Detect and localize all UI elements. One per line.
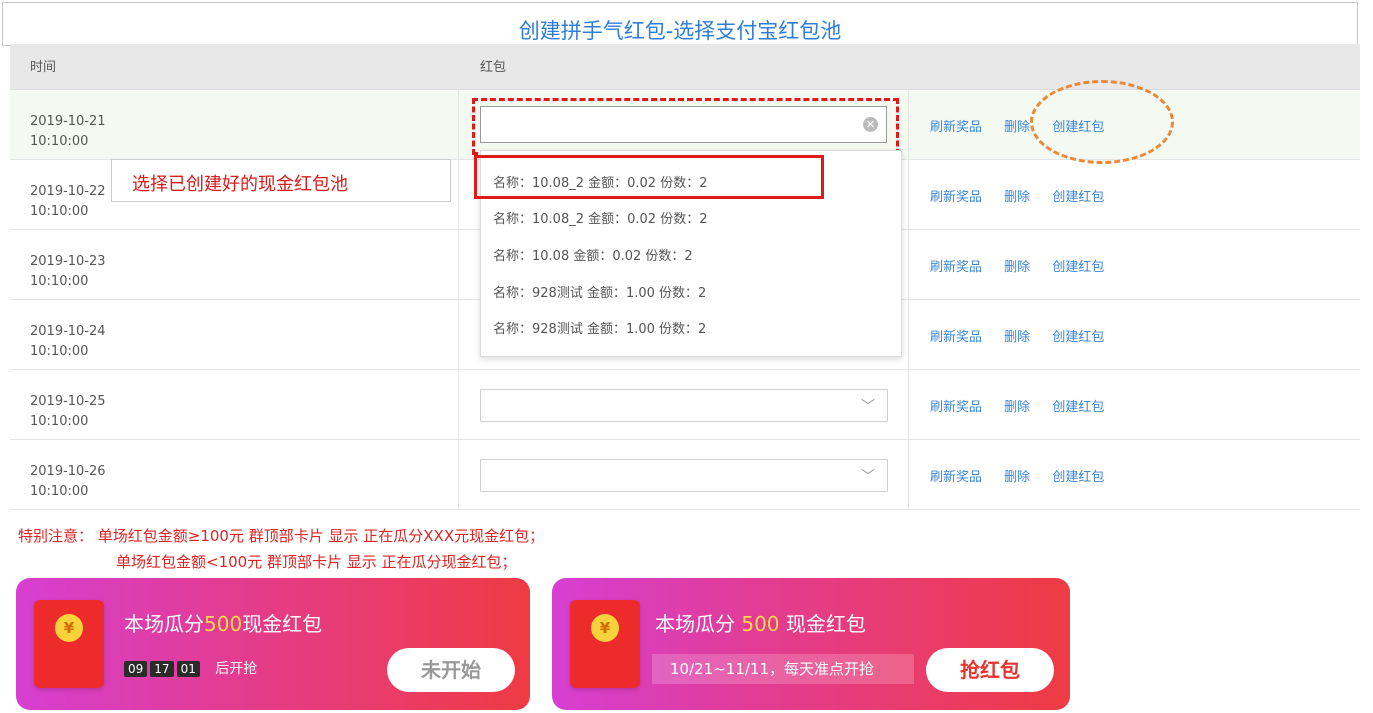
refresh-prize-link[interactable]: 刷新奖品 [930, 330, 982, 345]
highlight-selected-box [474, 155, 824, 199]
redpacket-select[interactable]: ﹀ [480, 389, 888, 422]
delete-link[interactable]: 删除 [1004, 120, 1030, 135]
row-time: 2019-10-25 10:10:00 [30, 394, 106, 429]
refresh-prize-link[interactable]: 刷新奖品 [930, 190, 982, 205]
refresh-prize-link[interactable]: 刷新奖品 [930, 260, 982, 275]
create-redpacket-link[interactable]: 创建红包 [1052, 330, 1104, 345]
refresh-prize-link[interactable]: 刷新奖品 [930, 120, 982, 135]
row-actions: 刷新奖品 删除 创建红包 [930, 256, 1122, 275]
create-redpacket-link[interactable]: 创建红包 [1052, 400, 1104, 415]
coin-icon: ¥ [591, 614, 619, 642]
redpacket-envelope-icon: ¥ [570, 600, 640, 688]
delete-link[interactable]: 删除 [1004, 260, 1030, 275]
row-actions: 刷新奖品 删除 创建红包 [930, 326, 1122, 345]
countdown-timer: 09 17 01 后开抢 [124, 658, 257, 678]
dropdown-option[interactable]: 名称：928测试 金额：1.00 份数：2 [493, 318, 706, 337]
grab-redpacket-button[interactable]: 抢红包 [926, 648, 1054, 692]
delete-link[interactable]: 删除 [1004, 330, 1030, 345]
refresh-prize-link[interactable]: 刷新奖品 [930, 400, 982, 415]
callout-text: 选择已创建好的现金红包池 [132, 174, 348, 195]
create-redpacket-link[interactable]: 创建红包 [1052, 260, 1104, 275]
coin-icon: ¥ [55, 614, 83, 642]
row-actions: 刷新奖品 删除 创建红包 [930, 466, 1122, 485]
row-time: 2019-10-22 10:10:00 [30, 184, 106, 219]
delete-link[interactable]: 删除 [1004, 400, 1030, 415]
redpacket-select[interactable]: ﹀ [480, 459, 888, 492]
date-range: 10/21~11/11，每天准点开抢 [652, 654, 914, 684]
table-header: 时间 红包 [10, 44, 1360, 90]
highlight-dashed-box [472, 98, 899, 155]
row-time: 2019-10-26 10:10:00 [30, 464, 106, 499]
row-actions: 刷新奖品 删除 创建红包 [930, 186, 1122, 205]
row-time: 2019-10-21 10:10:00 [30, 114, 106, 149]
note-line-1: 特别注意： 单场红包金额≥100元 群顶部卡片 显示 正在瓜分XXX元现金红包； [18, 527, 545, 545]
chevron-down-icon: ﹀ [861, 399, 875, 415]
page-title-bar: 创建拼手气红包-选择支付宝红包池 [2, 2, 1358, 46]
redpacket-envelope-icon: ¥ [34, 600, 104, 688]
card-headline: 本场瓜分 500 现金红包 [655, 612, 866, 636]
not-started-button[interactable]: 未开始 [387, 648, 515, 692]
dropdown-option[interactable]: 名称：928测试 金额：1.00 份数：2 [493, 282, 706, 301]
page-title: 创建拼手气红包-选择支付宝红包池 [518, 19, 842, 43]
create-redpacket-link[interactable]: 创建红包 [1052, 190, 1104, 205]
table-row: 2019-10-26 10:10:00 ﹀ 刷新奖品 删除 创建红包 [10, 440, 1360, 510]
redpacket-card-active: ¥ 本场瓜分 500 现金红包 10/21~11/11，每天准点开抢 抢红包 [552, 578, 1070, 710]
row-actions: 刷新奖品 删除 创建红包 [930, 396, 1122, 415]
row-time: 2019-10-24 10:10:00 [30, 324, 106, 359]
row-time: 2019-10-23 10:10:00 [30, 254, 106, 289]
dropdown-option[interactable]: 名称：10.08_2 金额：0.02 份数：2 [493, 208, 707, 227]
create-redpacket-link[interactable]: 创建红包 [1052, 470, 1104, 485]
callout-box: 选择已创建好的现金红包池 [111, 159, 451, 202]
table-row: 2019-10-25 10:10:00 ﹀ 刷新奖品 删除 创建红包 [10, 370, 1360, 440]
dropdown-option[interactable]: 名称：10.08 金额：0.02 份数：2 [493, 245, 693, 264]
note-line-2: 单场红包金额<100元 群顶部卡片 显示 正在瓜分现金红包； [116, 553, 517, 571]
delete-link[interactable]: 删除 [1004, 470, 1030, 485]
delete-link[interactable]: 删除 [1004, 190, 1030, 205]
refresh-prize-link[interactable]: 刷新奖品 [930, 470, 982, 485]
header-time: 时间 [30, 60, 57, 75]
highlight-ellipse [1030, 80, 1174, 164]
chevron-down-icon: ﹀ [861, 469, 875, 485]
card-headline: 本场瓜分500现金红包 [124, 612, 323, 636]
redpacket-card-pending: ¥ 本场瓜分500现金红包 09 17 01 后开抢 未开始 [16, 578, 530, 710]
header-redpacket: 红包 [480, 60, 507, 75]
